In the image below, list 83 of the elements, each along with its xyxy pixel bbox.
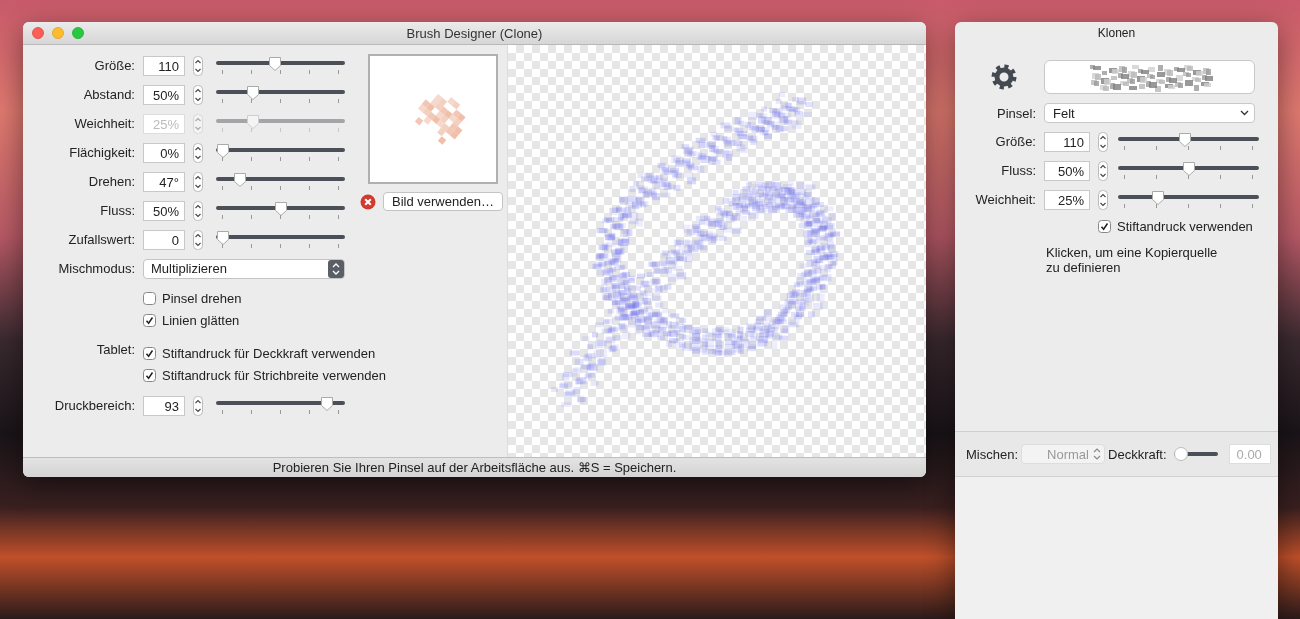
stepper-control[interactable] — [1098, 160, 1108, 181]
number-field[interactable]: 50% — [143, 200, 185, 221]
slider-thumb[interactable] — [267, 55, 282, 72]
field-label: Zufallswert: — [67, 232, 135, 247]
number-field[interactable]: 110 — [1044, 131, 1090, 152]
slider[interactable] — [216, 171, 345, 192]
checkbox-label: Stiftandruck verwenden — [1117, 218, 1253, 234]
slider-thumb[interactable] — [319, 395, 334, 412]
slider-thumb[interactable] — [273, 200, 288, 217]
use-image-button[interactable]: Bild verwenden… — [383, 192, 503, 211]
checkbox-label: Pinsel drehen — [162, 290, 242, 306]
opacity-slider[interactable] — [1173, 447, 1218, 461]
stepper-control[interactable] — [193, 200, 203, 221]
panel-title: Klonen — [1097, 26, 1136, 40]
stepper-control[interactable] — [193, 171, 203, 192]
field-label: Flächigkeit: — [68, 145, 135, 160]
field-label: Deckkraft: — [1108, 446, 1167, 462]
number-field[interactable]: 0% — [143, 142, 185, 163]
field-label: Mischen: — [966, 446, 1019, 462]
number-field[interactable]: 25% — [1044, 189, 1090, 210]
field-label: Drehen: — [87, 174, 135, 189]
field-label: Fluss: — [99, 203, 135, 218]
field-label: Pinsel: — [995, 105, 1036, 121]
stepper-control[interactable] — [193, 55, 203, 76]
number-field[interactable]: 110 — [143, 55, 185, 76]
updown-icon — [328, 259, 344, 278]
number-field[interactable]: 93 — [143, 395, 185, 416]
field-label: Druckbereich: — [53, 398, 135, 413]
stepper-control[interactable] — [1098, 131, 1108, 152]
chevron-down-icon — [1240, 110, 1249, 116]
field-label: Fluss: — [1000, 163, 1036, 178]
settings-icon[interactable] — [991, 64, 1016, 90]
field-label: Abstand: — [82, 87, 135, 102]
field-label: Weichheit: — [974, 192, 1036, 207]
slider-thumb[interactable] — [233, 171, 248, 188]
slider[interactable] — [216, 84, 345, 105]
brush-dropdown[interactable]: Felt — [1044, 103, 1255, 123]
slider-thumb[interactable] — [1177, 131, 1192, 148]
checkbox[interactable] — [143, 368, 156, 382]
field-label: Tablet: — [95, 342, 135, 357]
slider-thumb[interactable] — [245, 84, 260, 101]
number-field[interactable]: 50% — [1044, 160, 1090, 181]
remove-icon[interactable] — [360, 193, 376, 210]
slider-thumb[interactable] — [216, 229, 230, 246]
stepper-control[interactable] — [193, 142, 203, 163]
number-field[interactable]: 47° — [143, 171, 185, 192]
stepper-control[interactable] — [193, 395, 203, 416]
field-label: Größe: — [994, 134, 1036, 149]
updown-icon — [1093, 447, 1102, 461]
window-title: Brush Designer (Clone) — [406, 25, 543, 41]
close-button[interactable] — [32, 27, 44, 39]
slider[interactable] — [216, 142, 345, 163]
checkbox-label: Stiftandruck für Deckkraft verwenden — [162, 345, 376, 361]
checkbox[interactable] — [143, 291, 156, 305]
checkbox-label: Linien glätten — [162, 312, 240, 328]
slider[interactable] — [216, 113, 345, 134]
slider-thumb[interactable] — [1151, 189, 1165, 206]
stepper-control[interactable] — [193, 84, 203, 105]
hint-text: Klicken, um eine Kopierquelle zu definieren — [1046, 245, 1219, 275]
checkbox[interactable] — [143, 346, 156, 360]
slider[interactable] — [216, 229, 345, 250]
number-field[interactable]: 50% — [143, 84, 185, 105]
slider[interactable] — [1118, 189, 1259, 210]
slider[interactable] — [216, 55, 345, 76]
slider[interactable] — [1118, 131, 1259, 152]
status-bar: Probieren Sie Ihren Pinsel auf der Arbeitsfläche aus. ⌘S = Speichern. — [23, 457, 926, 477]
blend-mode-dropdown[interactable]: Multiplizieren — [143, 258, 345, 279]
checkbox-label: Stiftandruck für Strichbreite verwenden — [162, 367, 386, 383]
slider-thumb[interactable] — [1173, 447, 1188, 461]
slider-thumb[interactable] — [216, 142, 230, 159]
field-label: Weichheit: — [73, 116, 135, 131]
slider[interactable] — [1118, 160, 1259, 181]
stepper-control[interactable] — [193, 229, 203, 250]
number-field[interactable]: 0 — [143, 229, 185, 250]
slider[interactable] — [216, 395, 345, 416]
stepper-control[interactable] — [1098, 189, 1108, 210]
slider[interactable] — [216, 200, 345, 221]
checkbox[interactable] — [1098, 219, 1111, 233]
field-label: Größe: — [93, 58, 135, 73]
pixel-creature-drawing — [414, 94, 466, 145]
slider-thumb[interactable] — [1181, 160, 1196, 177]
checkbox[interactable] — [143, 313, 156, 327]
field-label: Mischmodus: — [57, 261, 135, 276]
